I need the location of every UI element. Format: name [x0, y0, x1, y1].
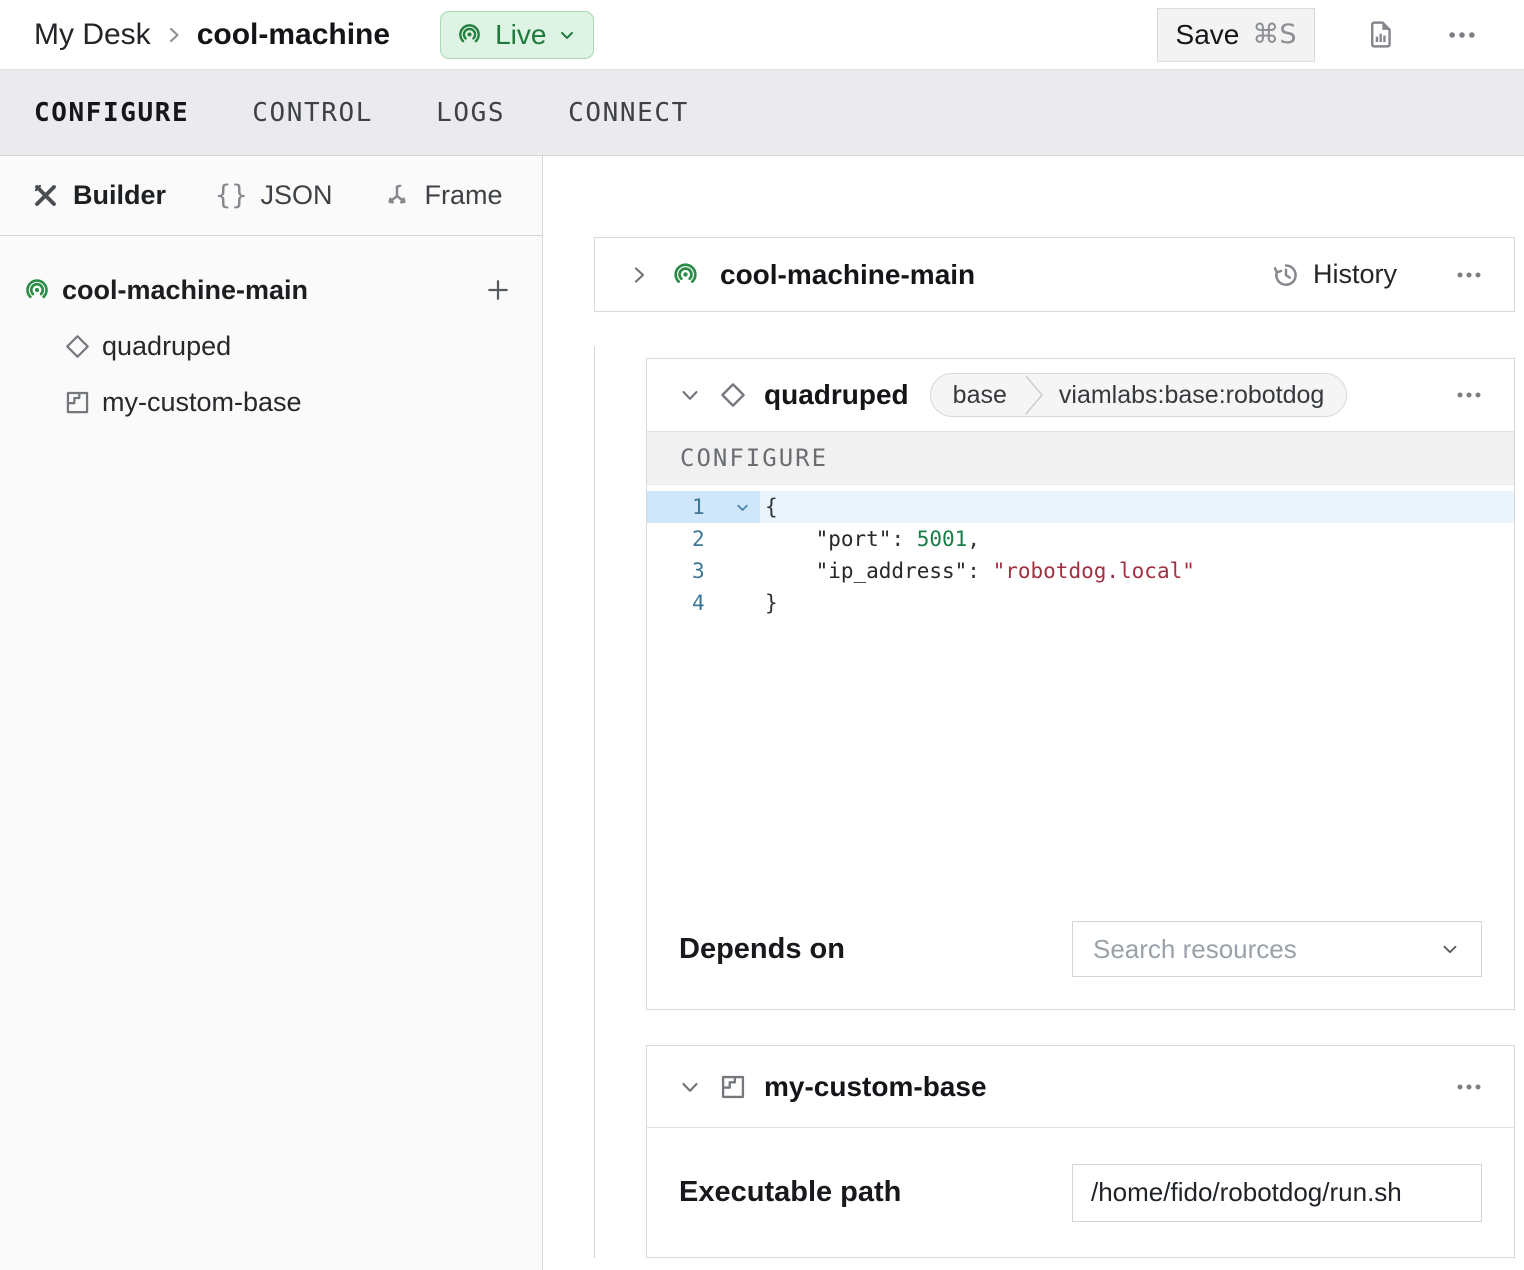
- viewtab-builder[interactable]: Builder: [31, 180, 166, 211]
- save-shortcut-hint: ⌘S: [1252, 19, 1296, 50]
- component-type-badge[interactable]: base viamlabs:base:robotdog: [930, 373, 1348, 417]
- viewtab-json-label: JSON: [261, 180, 333, 211]
- signal-icon: [670, 259, 701, 290]
- page-body: Builder {} JSON Frame: [0, 156, 1524, 1270]
- component-type: base: [931, 381, 1021, 410]
- axes-icon: [382, 181, 412, 211]
- live-status-label: Live: [495, 19, 546, 51]
- live-status-dropdown[interactable]: Live: [440, 11, 594, 59]
- quadruped-component-card: quadruped base viamlabs:base:robotdog CO…: [646, 358, 1515, 1010]
- module-icon: [64, 389, 91, 416]
- code-line-4[interactable]: 4 }: [647, 587, 1514, 619]
- viewtab-json[interactable]: {} JSON: [215, 180, 333, 211]
- executable-path-value: /home/fido/robotdog/run.sh: [1091, 1177, 1402, 1208]
- line-number-gutter: 3: [647, 555, 760, 587]
- attributes-section-header: CONFIGURE: [647, 431, 1514, 485]
- diamond-icon: [64, 333, 91, 360]
- configure-sidebar: Builder {} JSON Frame: [0, 156, 543, 1270]
- machine-tabbar: CONFIGURE CONTROL LOGS CONNECT: [0, 70, 1524, 156]
- attributes-section-label: CONFIGURE: [680, 444, 828, 472]
- executable-path-label: Executable path: [679, 1176, 901, 1209]
- tree-item-label: cool-machine-main: [62, 275, 308, 306]
- tab-logs[interactable]: LOGS: [436, 98, 505, 128]
- attributes-json-editor[interactable]: 1 { 2 "port": 5001, 3 "ip_ad: [647, 485, 1514, 889]
- braces-icon: {}: [215, 180, 248, 211]
- machine-part-title: cool-machine-main: [720, 259, 975, 291]
- chevron-down-icon[interactable]: [678, 1075, 702, 1099]
- chevron-down-icon: [1439, 938, 1461, 960]
- breadcrumb-parent[interactable]: My Desk: [34, 18, 151, 52]
- tree-connector-line: [594, 346, 595, 1258]
- component-card-header: quadruped base viamlabs:base:robotdog: [647, 359, 1514, 431]
- module-card-header: my-custom-base: [647, 1046, 1514, 1128]
- line-number-gutter: 2: [647, 523, 760, 555]
- tab-configure[interactable]: CONFIGURE: [34, 98, 189, 128]
- header-menu-ellipsis-icon[interactable]: [1446, 19, 1478, 51]
- executable-path-input[interactable]: /home/fido/robotdog/run.sh: [1072, 1164, 1482, 1222]
- viam-machine-page: My Desk cool-machine Live Save ⌘S: [0, 0, 1524, 1270]
- tree-item-my-custom-base[interactable]: my-custom-base: [0, 374, 542, 430]
- module-title: my-custom-base: [764, 1071, 987, 1103]
- depends-on-select[interactable]: Search resources: [1072, 921, 1482, 977]
- machine-report-icon[interactable]: [1365, 19, 1396, 50]
- breadcrumb-current: cool-machine: [197, 18, 390, 52]
- card-menu-ellipsis-icon[interactable]: [1454, 1072, 1484, 1102]
- viewtab-frame[interactable]: Frame: [382, 180, 503, 211]
- save-button[interactable]: Save ⌘S: [1157, 8, 1315, 62]
- module-icon: [719, 1073, 747, 1101]
- signal-icon: [22, 275, 52, 305]
- tree-item-quadruped[interactable]: quadruped: [0, 318, 542, 374]
- breadcrumb-chevron-icon: [165, 24, 183, 46]
- code-line-1[interactable]: 1 {: [647, 491, 1514, 523]
- line-number-gutter: 4: [647, 587, 760, 619]
- chevron-down-icon: [557, 25, 577, 45]
- card-menu-ellipsis-icon[interactable]: [1454, 380, 1484, 410]
- save-button-label: Save: [1176, 19, 1240, 51]
- chevron-down-icon[interactable]: [678, 383, 702, 407]
- tab-control[interactable]: CONTROL: [252, 98, 373, 128]
- code-line-2[interactable]: 2 "port": 5001,: [647, 523, 1514, 555]
- depends-on-placeholder: Search resources: [1093, 934, 1297, 965]
- tree-item-label: quadruped: [102, 331, 231, 362]
- line-number-gutter: 1: [647, 491, 760, 523]
- custom-base-module-card: my-custom-base Executable path /home/fid…: [646, 1045, 1515, 1258]
- chevron-right-icon[interactable]: [627, 263, 651, 287]
- resource-tree: cool-machine-main quadruped my-custom-b: [0, 236, 542, 430]
- top-header: My Desk cool-machine Live Save ⌘S: [0, 0, 1524, 70]
- viewtab-frame-label: Frame: [425, 180, 503, 211]
- machine-part-card: cool-machine-main History: [594, 237, 1515, 312]
- signal-icon: [455, 20, 484, 49]
- depends-on-label: Depends on: [679, 933, 845, 966]
- tree-item-machine-part[interactable]: cool-machine-main: [0, 262, 542, 318]
- code-line-3[interactable]: 3 "ip_address": "robotdog.local": [647, 555, 1514, 587]
- configure-content: cool-machine-main History: [543, 156, 1524, 1270]
- depends-on-section: Depends on Search resources: [647, 889, 1514, 1009]
- tools-icon: [31, 181, 60, 210]
- module-card-body: Executable path /home/fido/robotdog/run.…: [647, 1128, 1514, 1257]
- history-label: History: [1313, 259, 1397, 290]
- component-title: quadruped: [764, 379, 909, 411]
- fold-chevron-icon[interactable]: [734, 499, 751, 516]
- view-mode-tabs: Builder {} JSON Frame: [0, 156, 542, 236]
- diamond-icon: [719, 381, 747, 409]
- viewtab-builder-label: Builder: [73, 180, 166, 211]
- add-component-button[interactable]: [484, 276, 512, 304]
- history-button[interactable]: History: [1271, 259, 1397, 290]
- component-model: viamlabs:base:robotdog: [1047, 381, 1346, 410]
- history-icon: [1271, 260, 1301, 290]
- tree-item-label: my-custom-base: [102, 387, 302, 418]
- tab-connect[interactable]: CONNECT: [568, 98, 689, 128]
- badge-divider-chevron-icon: [1021, 374, 1047, 416]
- card-menu-ellipsis-icon[interactable]: [1454, 260, 1484, 290]
